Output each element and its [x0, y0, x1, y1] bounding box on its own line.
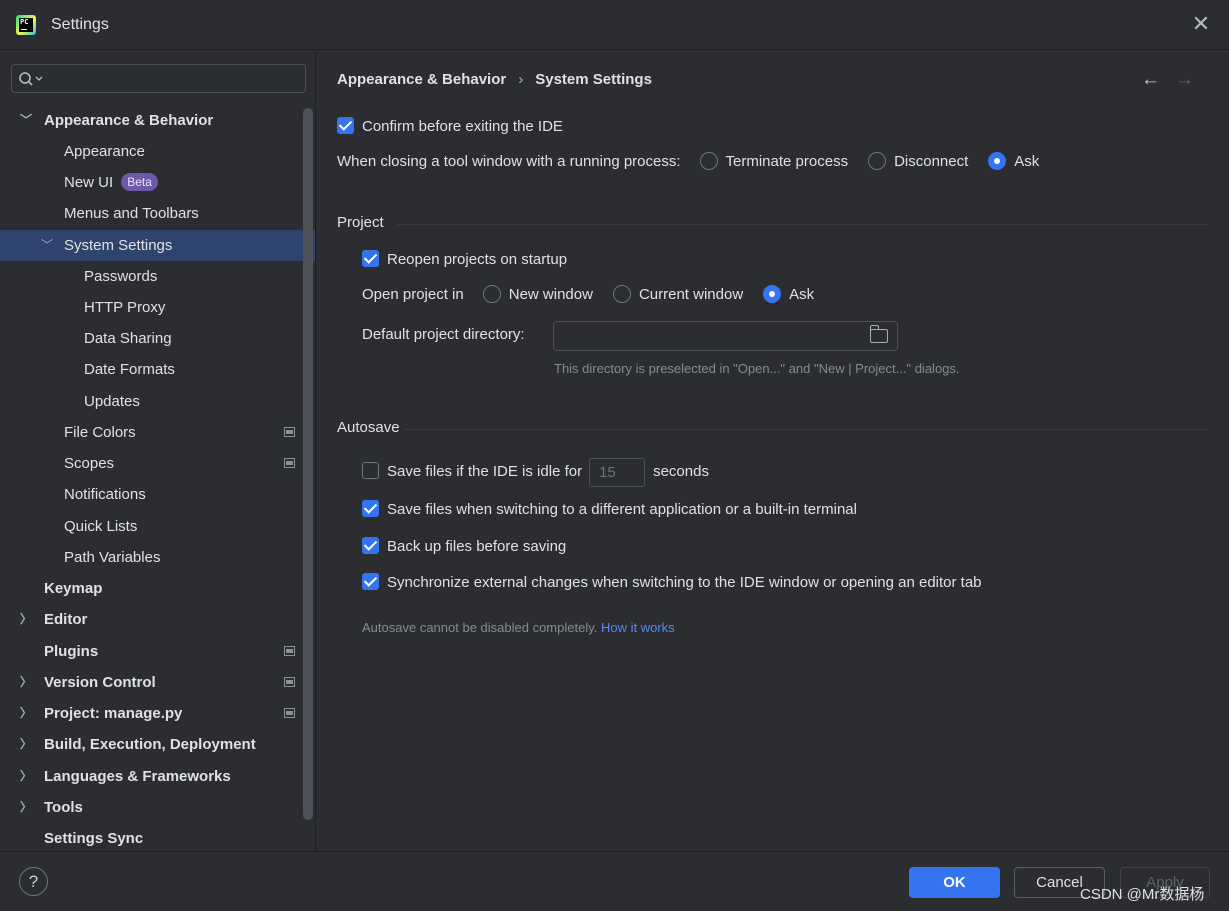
close-icon[interactable]: ✕	[1190, 13, 1212, 35]
help-icon[interactable]: ?	[19, 867, 48, 896]
save-idle-label: Save files if the IDE is idle for	[387, 463, 583, 480]
tree-item-notifications[interactable]: Notifications	[0, 479, 315, 510]
folder-icon[interactable]	[869, 325, 888, 343]
radio-ask[interactable]: Ask	[988, 151, 1039, 173]
chevron-right-icon[interactable]: 〉	[19, 698, 33, 729]
chevron-right-icon[interactable]: 〉	[19, 729, 33, 760]
idle-seconds-input[interactable]: 15	[589, 457, 646, 487]
open-project-in-label: Open project in	[362, 286, 464, 303]
settings-sidebar: ﹀ Appearance & Behavior Appearance New U…	[0, 51, 316, 851]
project-level-icon	[284, 427, 295, 437]
tree-item-project[interactable]: 〉 Project: manage.py	[0, 698, 315, 729]
autosave-note: Autosave cannot be disabled completely. …	[362, 620, 675, 635]
tree-item-appearance[interactable]: Appearance	[0, 136, 315, 167]
dialog-footer: ? OK Cancel Apply CSDN @Mr数据杨	[0, 851, 1229, 911]
tree-item-date-formats[interactable]: Date Formats	[0, 354, 315, 385]
chevron-down-icon[interactable]: ﹀	[19, 105, 33, 136]
default-directory-label: Default project directory:	[362, 326, 525, 343]
tree-item-version-control[interactable]: 〉 Version Control	[0, 667, 315, 698]
watermark: CSDN @Mr数据杨	[1080, 886, 1205, 903]
tree-item-path-variables[interactable]: Path Variables	[0, 542, 315, 573]
tree-item-tools[interactable]: 〉 Tools	[0, 792, 315, 823]
default-directory-hint: This directory is preselected in "Open..…	[554, 361, 960, 376]
chevron-right-icon[interactable]: 〉	[19, 667, 33, 698]
section-divider	[397, 224, 1208, 225]
tree-item-scopes[interactable]: Scopes	[0, 448, 315, 479]
sync-external-checkbox[interactable]: Synchronize external changes when switch…	[362, 572, 982, 594]
save-on-switch-checkbox[interactable]: Save files when switching to a different…	[362, 499, 857, 521]
checkbox-checked[interactable]	[362, 537, 379, 554]
breadcrumb-current: System Settings	[535, 71, 652, 88]
forward-arrow-icon[interactable]: →	[1175, 69, 1194, 91]
chevron-right-icon[interactable]: 〉	[19, 761, 33, 792]
checkbox-checked[interactable]	[337, 117, 354, 134]
title-bar: PC Settings ✕	[0, 0, 1229, 50]
beta-badge: Beta	[121, 173, 158, 191]
checkbox-checked[interactable]	[362, 250, 379, 267]
section-project-title: Project	[337, 214, 384, 231]
sidebar-scrollbar[interactable]	[303, 108, 313, 820]
breadcrumb-separator-icon: ›	[518, 71, 524, 88]
idle-unit-label: seconds	[653, 463, 709, 480]
breadcrumb: Appearance & Behavior › System Settings	[337, 71, 652, 88]
tree-item-updates[interactable]: Updates	[0, 386, 315, 417]
radio-terminate-process[interactable]: Terminate process	[699, 151, 848, 173]
pycharm-logo-icon: PC	[16, 15, 36, 35]
chevron-right-icon[interactable]: 〉	[19, 792, 33, 823]
reopen-projects-checkbox[interactable]: Reopen projects on startup	[362, 249, 567, 271]
tree-item-appearance-behavior[interactable]: ﹀ Appearance & Behavior	[0, 105, 315, 136]
search-input[interactable]	[11, 64, 306, 93]
back-arrow-icon[interactable]: ←	[1141, 69, 1160, 91]
checkbox-checked[interactable]	[362, 573, 379, 590]
window-title: Settings	[51, 16, 109, 33]
tree-item-http-proxy[interactable]: HTTP Proxy	[0, 292, 315, 323]
tree-item-file-colors[interactable]: File Colors	[0, 417, 315, 448]
tree-item-menus-toolbars[interactable]: Menus and Toolbars	[0, 198, 315, 229]
save-idle-row: Save files if the IDE is idle for 15 secon…	[362, 457, 709, 487]
closing-tool-window-label: When closing a tool window with a runnin…	[337, 153, 681, 170]
checkbox-unchecked[interactable]	[362, 462, 379, 479]
tree-item-new-ui[interactable]: New UI Beta	[0, 167, 315, 198]
tree-item-languages-frameworks[interactable]: 〉 Languages & Frameworks	[0, 761, 315, 792]
section-divider	[404, 429, 1208, 430]
ok-button[interactable]: OK	[909, 867, 1000, 898]
tree-item-data-sharing[interactable]: Data Sharing	[0, 323, 315, 354]
confirm-exit-checkbox[interactable]: Confirm before exiting the IDE	[337, 116, 563, 138]
search-icon	[19, 72, 43, 86]
how-it-works-link[interactable]: How it works	[601, 620, 675, 635]
tree-item-plugins[interactable]: Plugins	[0, 636, 315, 667]
chevron-down-icon[interactable]: ﹀	[40, 230, 54, 261]
radio-disconnect[interactable]: Disconnect	[868, 151, 968, 173]
tree-item-build-execution-deployment[interactable]: 〉 Build, Execution, Deployment	[0, 729, 315, 760]
breadcrumb-parent[interactable]: Appearance & Behavior	[337, 71, 506, 88]
radio-new-window[interactable]: New window	[482, 284, 593, 306]
section-autosave-title: Autosave	[337, 419, 400, 436]
tree-item-passwords[interactable]: Passwords	[0, 261, 315, 292]
radio-current-window[interactable]: Current window	[612, 284, 743, 306]
project-level-icon	[284, 677, 295, 687]
tree-item-keymap[interactable]: Keymap	[0, 573, 315, 604]
tree-item-editor[interactable]: 〉 Editor	[0, 604, 315, 635]
project-level-icon	[284, 708, 295, 718]
default-directory-field[interactable]	[553, 321, 898, 351]
backup-files-checkbox[interactable]: Back up files before saving	[362, 536, 566, 558]
chevron-right-icon[interactable]: 〉	[19, 604, 33, 635]
project-level-icon	[284, 646, 295, 656]
tree-item-label: New UI	[64, 174, 114, 191]
closing-tool-window-row: When closing a tool window with a runnin…	[337, 151, 1059, 173]
settings-content: Appearance & Behavior › System Settings ← …	[317, 51, 1229, 851]
tree-item-settings-sync[interactable]: Settings Sync	[0, 823, 315, 854]
project-level-icon	[284, 458, 295, 468]
tree-item-system-settings[interactable]: ﹀ System Settings	[0, 230, 315, 261]
radio-ask[interactable]: Ask	[763, 284, 814, 306]
tree-item-quick-lists[interactable]: Quick Lists	[0, 511, 315, 542]
open-project-in-row: Open project in New window Current window A…	[362, 284, 834, 306]
checkbox-checked[interactable]	[362, 500, 379, 517]
